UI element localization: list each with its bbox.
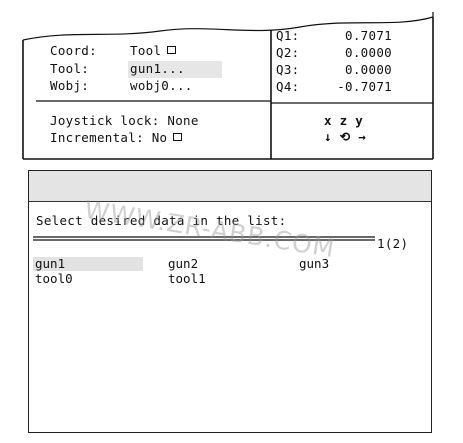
axes-label: x z y bbox=[324, 113, 364, 128]
q1-value: 0.7071 bbox=[345, 28, 392, 43]
list-prompt: Select desired data in the list: bbox=[36, 213, 287, 228]
q4-value: -0.7071 bbox=[337, 79, 392, 94]
wobj-label: Wobj: bbox=[50, 78, 90, 93]
q2-label: Q2: bbox=[276, 45, 300, 60]
q4-label: Q4: bbox=[276, 79, 300, 94]
axis-arrows-icon: ↓ ⟲ → bbox=[324, 129, 367, 144]
watermark: WWW.ZR-ABB.COM bbox=[82, 195, 338, 264]
q3-value: 0.0000 bbox=[345, 62, 392, 77]
list-item-gun3[interactable]: gun3 bbox=[297, 257, 331, 271]
q2-value: 0.0000 bbox=[345, 45, 392, 60]
list-item-gun2[interactable]: gun2 bbox=[166, 257, 200, 271]
list-separator bbox=[33, 236, 375, 241]
list-item-gun1[interactable]: gun1 bbox=[33, 257, 143, 271]
coord-value-text: Tool bbox=[130, 43, 162, 58]
q3-label: Q3: bbox=[276, 62, 300, 77]
tool-value[interactable]: gun1... bbox=[128, 61, 222, 78]
list-item-tool0[interactable]: tool0 bbox=[33, 272, 75, 286]
coord-value[interactable]: Tool bbox=[130, 43, 177, 58]
list-header-bar bbox=[29, 171, 431, 202]
jog-panel: Coord: Tool Tool: gun1... Wobj: wobj0...… bbox=[0, 0, 463, 170]
incremental-field[interactable]: Incremental: No bbox=[50, 130, 183, 145]
tool-label: Tool: bbox=[50, 61, 90, 76]
wobj-value[interactable]: wobj0... bbox=[130, 79, 193, 93]
coord-label: Coord: bbox=[50, 43, 97, 58]
incremental-text: Incremental: No bbox=[50, 130, 168, 145]
list-item-tool1[interactable]: tool1 bbox=[166, 272, 208, 286]
q1-label: Q1: bbox=[276, 28, 300, 43]
joystick-lock[interactable]: Joystick lock: None bbox=[50, 114, 199, 128]
list-page-counter: 1(2) bbox=[377, 236, 409, 251]
incremental-checkbox-icon bbox=[173, 133, 183, 141]
coord-checkbox-icon bbox=[167, 46, 177, 54]
data-list-window: Select desired data in the list: 1(2) gu… bbox=[28, 170, 432, 433]
